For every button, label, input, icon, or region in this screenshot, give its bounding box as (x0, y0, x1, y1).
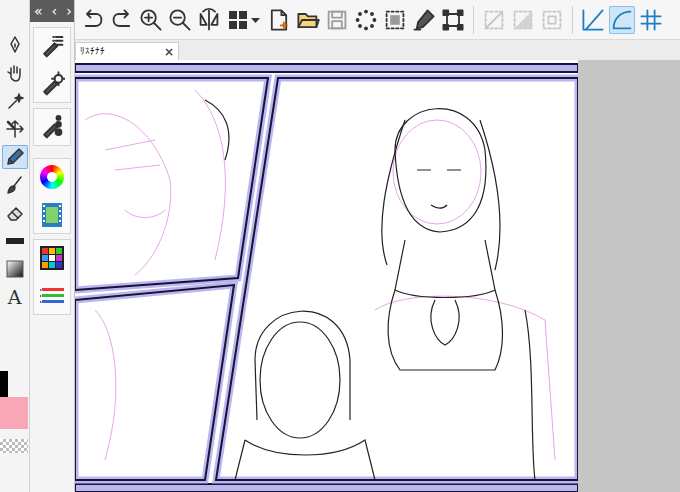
pen-icon (5, 147, 25, 167)
film-icon (40, 202, 64, 228)
eraser-icon (5, 203, 25, 223)
next-button[interactable]: › (66, 4, 72, 18)
panel-button[interactable] (36, 112, 68, 142)
snap-curve-icon (610, 8, 634, 32)
toolbar-button[interactable] (109, 6, 135, 34)
tool-button[interactable] (2, 229, 28, 253)
zoom-out-icon (168, 8, 192, 32)
move-icon (5, 119, 25, 139)
select-all-icon (383, 8, 407, 32)
select-dots-icon (354, 8, 378, 32)
save-icon (325, 8, 349, 32)
text-tool-icon: A (8, 288, 22, 307)
transform-icon (441, 8, 465, 32)
secondary-color-swatch[interactable] (0, 397, 28, 429)
toolbar-button[interactable] (609, 6, 635, 34)
grid-icon (227, 8, 261, 32)
toolbar-button[interactable] (295, 6, 321, 34)
close-tab-button[interactable]: × (164, 46, 174, 58)
snap-grid-icon (639, 8, 663, 32)
open-folder-icon (296, 8, 320, 32)
color-grid-icon (39, 245, 65, 271)
toolbar-button[interactable] (481, 6, 507, 34)
toolbar-button[interactable] (266, 6, 292, 34)
new-file-icon (267, 8, 291, 32)
tool-palette: A (0, 0, 30, 492)
toolbar-button[interactable] (440, 6, 466, 34)
toolbar-button[interactable] (225, 6, 263, 34)
toolbar-button[interactable] (167, 6, 193, 34)
color-swatches (0, 371, 29, 453)
invert-selection-icon (511, 8, 535, 32)
brush-settings-icon (39, 71, 65, 97)
tool-button[interactable] (2, 117, 28, 141)
tool-button[interactable] (2, 173, 28, 197)
layer-list-icon (39, 33, 65, 59)
panel-header: « ‹ › (30, 0, 74, 22)
toolbar-button[interactable] (539, 6, 565, 34)
collapse-panels-button[interactable]: « (34, 4, 43, 18)
hand-icon (5, 63, 25, 83)
tool-button[interactable] (2, 89, 28, 113)
toolbar-button[interactable] (324, 6, 350, 34)
app-window: A « ‹ › ﾘｽﾁﾅﾁ × (0, 0, 680, 492)
manga-artwork (75, 60, 578, 492)
brush-dots-icon (39, 114, 65, 140)
toolbar-button[interactable] (196, 6, 222, 34)
panel-button[interactable] (36, 281, 68, 311)
snap-off-icon (581, 8, 605, 32)
selection-border-icon (540, 8, 564, 32)
tool-button[interactable]: A (2, 285, 28, 309)
tab-strip: ﾘｽﾁﾅﾁ × (75, 40, 680, 60)
tool-button[interactable] (2, 145, 28, 169)
canvas-background (578, 60, 680, 492)
toolbar-button[interactable] (580, 6, 606, 34)
pen-select-icon (412, 8, 436, 32)
panel-launcher: « ‹ › (30, 0, 75, 492)
panel-button[interactable] (36, 69, 68, 99)
panel-button[interactable] (36, 200, 68, 230)
transparent-swatch[interactable] (0, 439, 28, 453)
flip-icon (197, 8, 221, 32)
toolbar-button[interactable] (353, 6, 379, 34)
magic-wand-icon (5, 91, 25, 111)
toolbar-button[interactable] (510, 6, 536, 34)
canvas-area (75, 60, 680, 492)
panel-button[interactable] (36, 31, 68, 61)
toolbar-button[interactable] (382, 6, 408, 34)
panel-group (33, 239, 71, 315)
toolbar-button[interactable] (411, 6, 437, 34)
document-title: ﾘｽﾁﾅﾁ (80, 45, 105, 59)
previous-button[interactable]: ‹ (52, 4, 58, 18)
rgb-sliders-icon (39, 285, 65, 307)
toolbar-separator (572, 6, 573, 34)
toolbar-button[interactable] (638, 6, 664, 34)
document-tab[interactable]: ﾘｽﾁﾅﾁ × (75, 42, 179, 60)
panel-group (33, 27, 71, 103)
top-toolbar (75, 0, 680, 40)
brush-icon (5, 175, 25, 195)
tool-button[interactable] (2, 201, 28, 225)
color-wheel-icon (40, 165, 64, 189)
redo-icon (110, 8, 134, 32)
pen-nib-icon (5, 35, 25, 55)
primary-color-swatch[interactable] (0, 371, 8, 397)
toolbar-button[interactable] (138, 6, 164, 34)
gradient-icon (5, 259, 25, 279)
tool-button[interactable] (2, 257, 28, 281)
deselect-icon (482, 8, 506, 32)
panel-group (33, 108, 71, 146)
panel-button[interactable] (36, 162, 68, 192)
tool-button[interactable] (2, 33, 28, 57)
tool-button[interactable] (2, 61, 28, 85)
main-area: ﾘｽﾁﾅﾁ × (75, 0, 680, 492)
panel-group (33, 158, 71, 234)
panel-button[interactable] (36, 243, 68, 273)
toolbar-button[interactable] (80, 6, 106, 34)
fill-rect-icon (5, 231, 25, 251)
canvas[interactable] (75, 60, 578, 492)
toolbar-separator (473, 6, 474, 34)
undo-icon (81, 8, 105, 32)
zoom-in-icon (139, 8, 163, 32)
